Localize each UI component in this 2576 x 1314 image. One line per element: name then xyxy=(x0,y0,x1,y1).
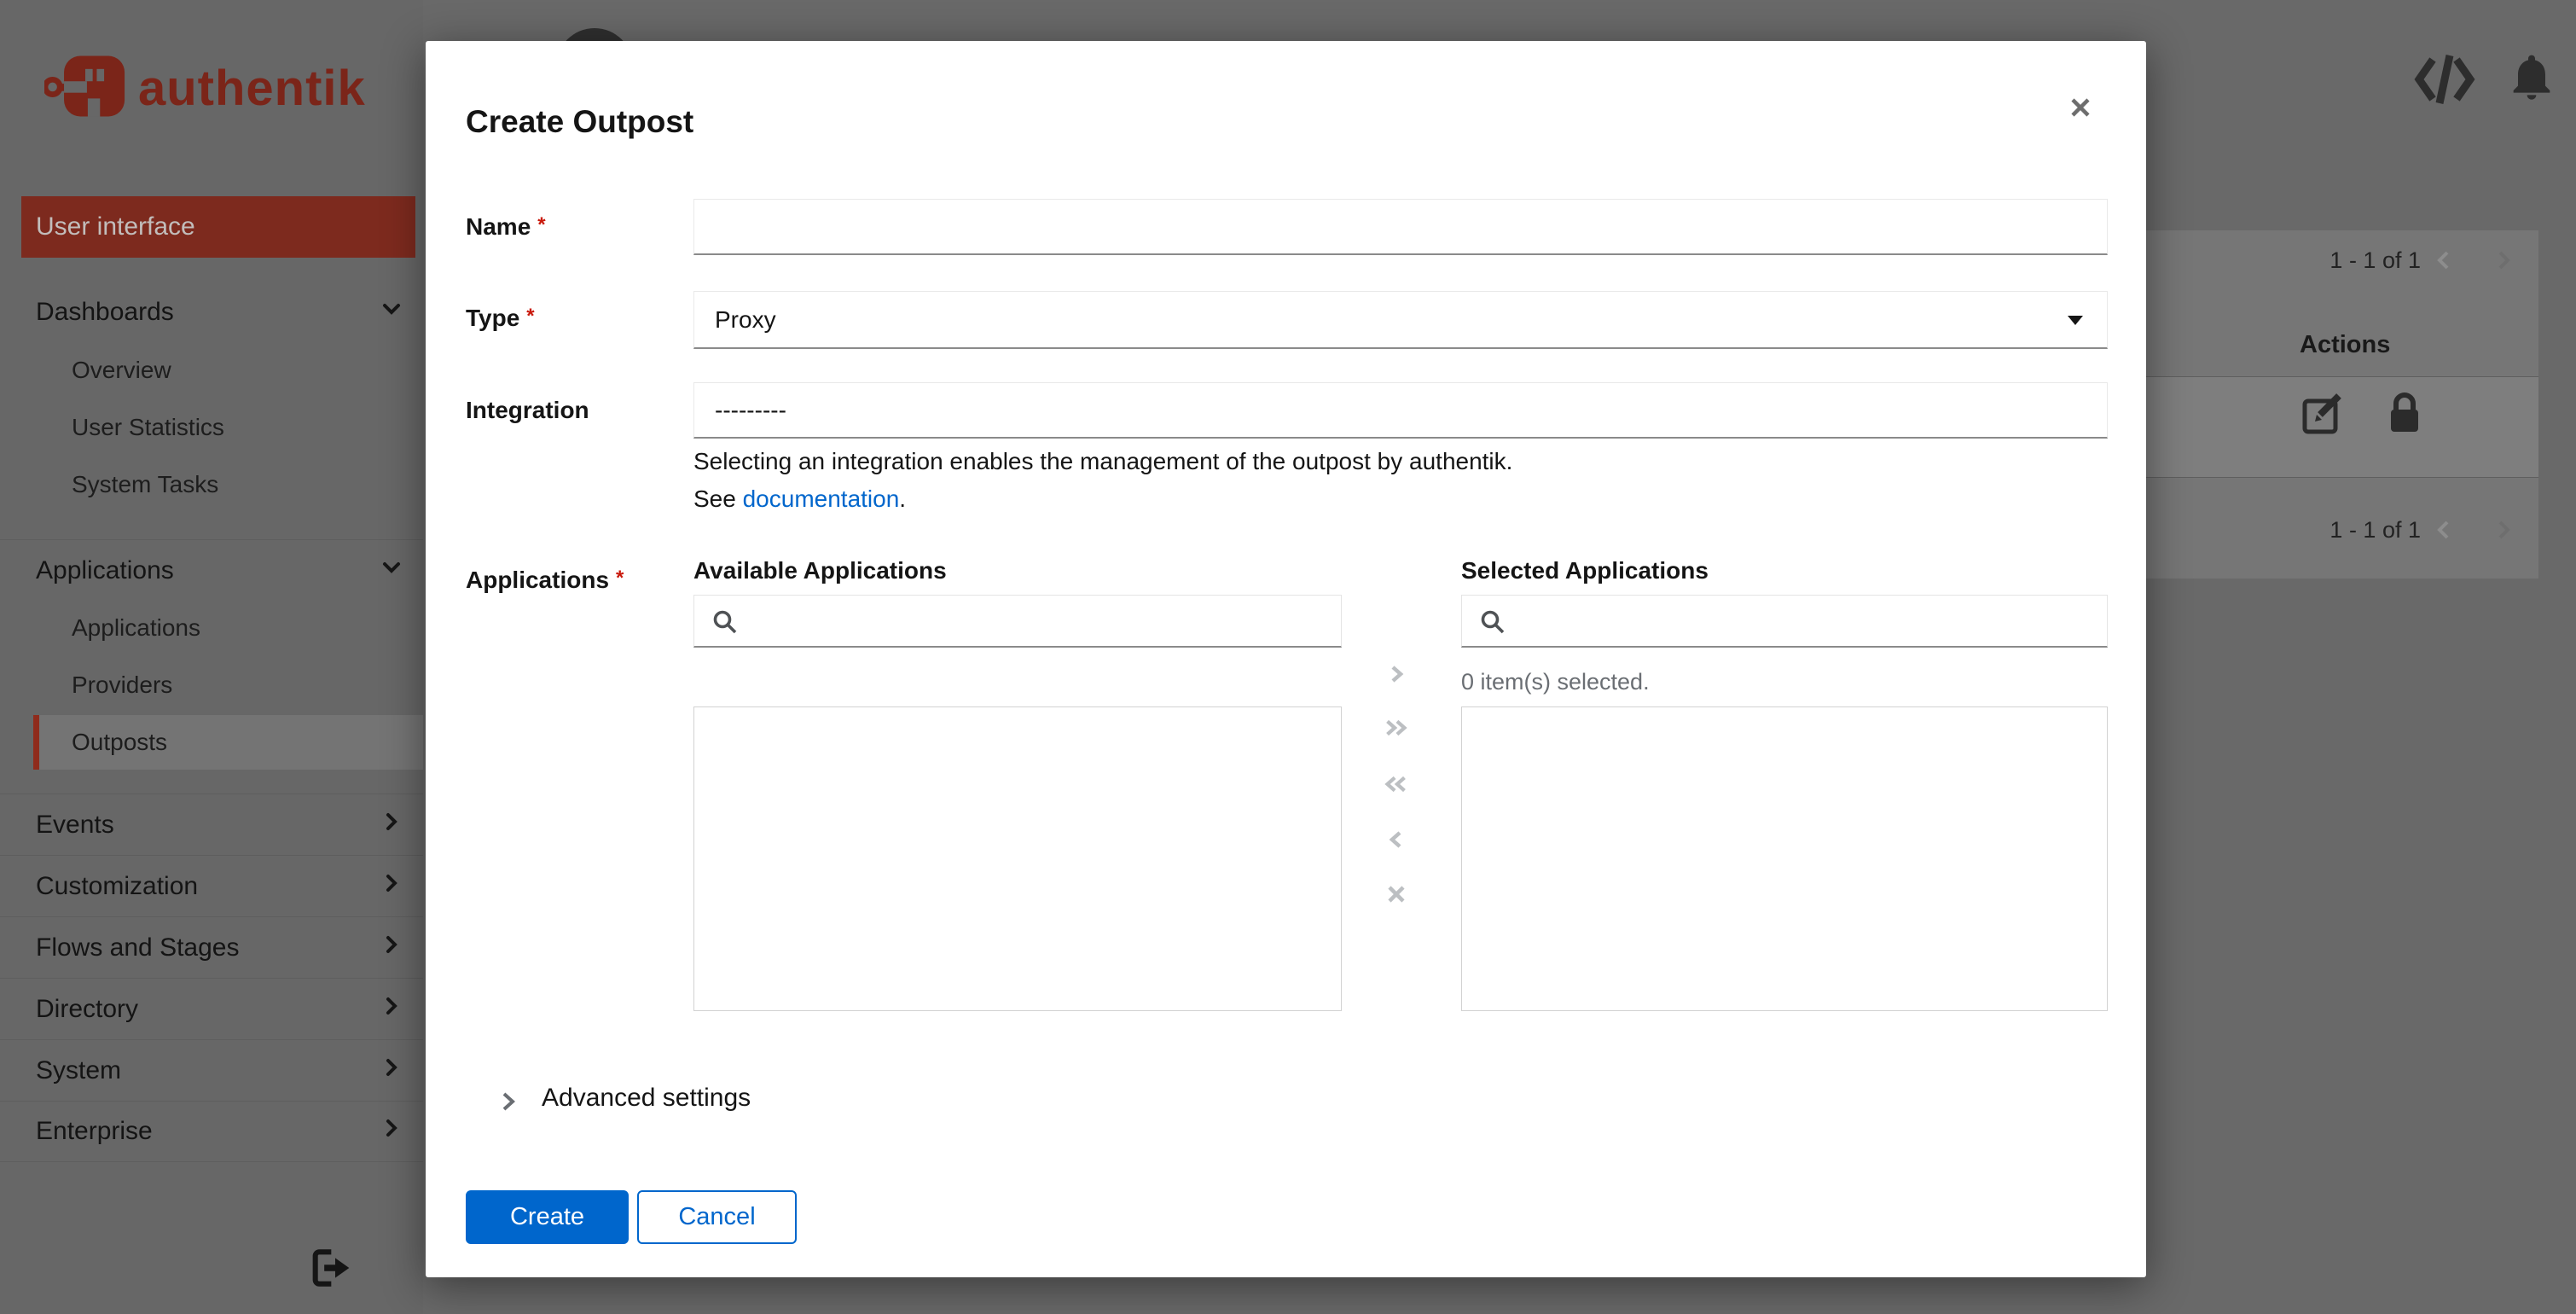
api-code-icon[interactable] xyxy=(2412,53,2477,110)
transfer-remove-all-button[interactable] xyxy=(1381,769,1412,799)
sidebar-item-label: Applications xyxy=(72,613,200,641)
type-select[interactable]: Proxy xyxy=(693,291,2108,349)
sidebar-group-flows-and-stages[interactable]: Flows and Stages xyxy=(0,916,423,978)
integration-label: Integration xyxy=(466,397,589,423)
logout-icon[interactable] xyxy=(305,1244,353,1296)
sidebar-item-label: Providers xyxy=(72,671,173,698)
chevron-right-icon xyxy=(379,993,404,1026)
sidebar-group-customization[interactable]: Customization xyxy=(0,855,423,916)
sidebar-group-events[interactable]: Events xyxy=(0,794,423,855)
sidebar-group-directory[interactable]: Directory xyxy=(0,978,423,1039)
sidebar-item-user-interface[interactable]: User interface xyxy=(21,196,415,258)
bell-icon[interactable] xyxy=(2504,48,2559,110)
sidebar-group-label: Flows and Stages xyxy=(36,933,240,962)
selected-applications-list[interactable] xyxy=(1461,706,2108,1011)
selected-search xyxy=(1461,595,2108,648)
integration-help-text: Selecting an integration enables the man… xyxy=(693,448,1513,474)
sidebar: authentik User interface Dashboards Over… xyxy=(0,0,423,1314)
sidebar-group-applications[interactable]: Applications xyxy=(0,540,423,602)
integration-select[interactable] xyxy=(693,382,2108,439)
actions-column-header: Actions xyxy=(2300,331,2391,358)
type-label-text: Type xyxy=(466,305,520,331)
selected-applications-title: Selected Applications xyxy=(1461,557,1709,584)
pagination-prev-icon[interactable] xyxy=(2431,517,2457,547)
sidebar-item-applications[interactable]: Applications xyxy=(0,599,423,656)
search-icon xyxy=(711,608,739,640)
sidebar-item-outposts[interactable]: Outposts xyxy=(33,715,423,770)
create-button[interactable]: Create xyxy=(466,1190,629,1244)
modal-title: Create Outpost xyxy=(466,104,694,139)
close-icon[interactable] xyxy=(2062,89,2099,126)
pagination-prev-icon[interactable] xyxy=(2431,247,2457,277)
integration-help-see: See documentation. xyxy=(693,485,906,513)
sidebar-item-system-tasks[interactable]: System Tasks xyxy=(0,456,423,513)
chevron-right-icon xyxy=(379,1055,404,1087)
advanced-chevron-icon[interactable] xyxy=(498,1089,519,1119)
sidebar-item-label: Overview xyxy=(72,356,171,383)
sidebar-group-dashboards[interactable]: Dashboards xyxy=(0,282,423,343)
selected-count: 0 item(s) selected. xyxy=(1461,669,1650,695)
search-icon xyxy=(1479,608,1506,640)
select-caret-icon xyxy=(2068,315,2083,325)
advanced-settings-toggle[interactable]: Advanced settings xyxy=(542,1084,751,1113)
applications-label: Applications * xyxy=(466,567,624,594)
sidebar-item-label: User Statistics xyxy=(72,413,224,440)
sidebar-group-label: Applications xyxy=(36,556,174,584)
sidebar-group-system[interactable]: System xyxy=(0,1039,423,1101)
name-input[interactable] xyxy=(693,199,2108,255)
sidebar-group-enterprise[interactable]: Enterprise xyxy=(0,1101,423,1162)
app-logo: authentik xyxy=(42,49,366,126)
sidebar-item-providers[interactable]: Providers xyxy=(0,656,423,713)
pagination-bottom-label: 1 - 1 of 1 xyxy=(2329,517,2421,543)
required-marker: * xyxy=(526,305,535,328)
edit-icon[interactable] xyxy=(2301,392,2344,439)
sidebar-group-label: Enterprise xyxy=(36,1117,153,1145)
chevron-right-icon xyxy=(379,809,404,841)
sidebar-item-label: User interface xyxy=(36,212,195,241)
sidebar-item-label: Outposts xyxy=(72,729,168,755)
available-applications-title: Available Applications xyxy=(693,557,947,584)
applications-label-text: Applications xyxy=(466,567,610,593)
sidebar-group-label: Dashboards xyxy=(36,298,174,326)
type-select-value: Proxy xyxy=(715,305,776,333)
cancel-button[interactable]: Cancel xyxy=(637,1190,797,1244)
sidebar-group-label: Customization xyxy=(36,871,199,900)
pagination-top-label: 1 - 1 of 1 xyxy=(2329,247,2421,273)
transfer-remove-button[interactable] xyxy=(1381,824,1412,855)
help-dot: . xyxy=(899,485,907,512)
name-label: Name * xyxy=(466,213,546,241)
transfer-add-button[interactable] xyxy=(1381,659,1412,689)
chevron-down-icon xyxy=(379,555,404,587)
type-label: Type * xyxy=(466,305,535,332)
selected-search-input[interactable] xyxy=(1517,599,2074,643)
sidebar-group-label: System xyxy=(36,1055,122,1084)
chevron-right-icon xyxy=(379,870,404,903)
available-search xyxy=(693,595,1342,648)
sidebar-item-label: System Tasks xyxy=(72,470,219,497)
documentation-link[interactable]: documentation xyxy=(743,485,900,512)
help-see-text: See xyxy=(693,485,743,512)
sidebar-item-overview[interactable]: Overview xyxy=(0,341,423,398)
sidebar-item-user-statistics[interactable]: User Statistics xyxy=(0,398,423,456)
available-search-input[interactable] xyxy=(749,599,1307,643)
sidebar-group-label: Directory xyxy=(36,994,139,1023)
logo-text: authentik xyxy=(138,60,366,116)
screen: 1 - 1 of 1 Actions 1 - 1 of 1 authentik … xyxy=(0,0,2576,1314)
chevron-down-icon xyxy=(379,296,404,328)
pagination-next-icon[interactable] xyxy=(2491,517,2516,547)
available-applications-list[interactable] xyxy=(693,706,1342,1011)
create-outpost-modal: Create Outpost Name * Type * Proxy Integra… xyxy=(426,41,2146,1277)
required-marker: * xyxy=(616,567,624,590)
lock-icon[interactable] xyxy=(2385,391,2424,439)
pagination-next-icon[interactable] xyxy=(2491,247,2516,277)
required-marker: * xyxy=(537,213,546,236)
chevron-right-icon xyxy=(379,1115,404,1148)
logo-key-icon xyxy=(42,52,126,125)
sidebar-group-label: Events xyxy=(36,810,114,839)
chevron-right-icon xyxy=(379,932,404,964)
name-label-text: Name xyxy=(466,213,531,240)
transfer-clear-button[interactable] xyxy=(1381,879,1412,910)
transfer-add-all-button[interactable] xyxy=(1381,712,1412,743)
